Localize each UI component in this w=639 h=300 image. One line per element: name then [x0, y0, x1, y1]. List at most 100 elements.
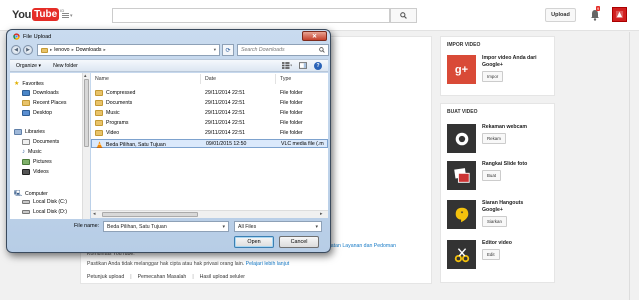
- create-slideshow-button[interactable]: Buat: [482, 170, 502, 181]
- file-date: 29/11/2014 22:51: [205, 130, 245, 136]
- chevron-down-icon[interactable]: ▾: [315, 224, 318, 230]
- help-icon[interactable]: ?: [314, 61, 322, 70]
- scroll-left-icon[interactable]: ◂: [93, 211, 96, 217]
- refresh-button[interactable]: ⟳: [222, 44, 234, 56]
- webcam-label: Rekaman webcam: [482, 124, 527, 130]
- file-type: VLC media file (.m: [281, 141, 324, 147]
- desktop-icon: [22, 110, 30, 116]
- scissors-icon: [447, 240, 476, 269]
- arrow-left-icon: ◀: [14, 47, 18, 53]
- avatar[interactable]: [612, 7, 627, 22]
- folder-icon: [95, 90, 103, 96]
- star-icon: ★: [14, 81, 20, 87]
- upload-button[interactable]: Upload: [545, 8, 576, 22]
- nav-computer[interactable]: 🖳 Computer: [14, 189, 48, 199]
- nav-libraries[interactable]: Libraries: [14, 129, 45, 135]
- file-row[interactable]: Video 29/11/2014 22:51 File folder: [91, 129, 328, 138]
- webcam-icon: [447, 124, 476, 153]
- import-button[interactable]: Impor: [482, 71, 504, 82]
- file-upload-dialog: File Upload ✕ ◀ ▶ ▸ lenovo ▸ Downloads ▸…: [6, 29, 331, 253]
- file-date: 29/11/2014 22:51: [205, 110, 245, 116]
- nav-videos[interactable]: Videos: [22, 169, 49, 175]
- file-row[interactable]: Programs 29/11/2014 22:51 File folder: [91, 119, 328, 128]
- nav-desktop[interactable]: Desktop: [22, 110, 52, 116]
- nav-scroll-thumb[interactable]: [84, 79, 89, 147]
- arrow-right-icon: ▶: [26, 47, 30, 53]
- upload-guide-link[interactable]: Petunjuk upload: [87, 274, 124, 280]
- nav-local-disk-c[interactable]: Local Disk (C:): [22, 199, 67, 205]
- channel-avatar-icon: [615, 10, 624, 19]
- search-icon: [400, 12, 407, 19]
- file-name-label: File name:: [74, 223, 100, 229]
- close-button[interactable]: ✕: [302, 31, 327, 41]
- view-options-icon[interactable]: [282, 62, 292, 69]
- search-button[interactable]: [390, 8, 417, 23]
- file-row-selected[interactable]: Beda Pilihan, Satu Tujuan 09/01/2015 12:…: [91, 139, 328, 148]
- navigation-bar: ◀ ▶ ▸ lenovo ▸ Downloads ▸ ▾ ⟳ Search Do…: [11, 44, 329, 56]
- troubleshoot-link[interactable]: Pemecahan Masalah: [138, 274, 187, 280]
- file-type: File folder: [280, 130, 303, 136]
- forward-button[interactable]: ▶: [23, 45, 33, 55]
- nav-recent-places-label: Recent Places: [33, 100, 67, 106]
- nav-disk-c-label: Local Disk (C:): [33, 199, 68, 205]
- column-header-date[interactable]: Date: [201, 74, 276, 84]
- chevron-down-icon[interactable]: ▾: [222, 224, 225, 230]
- file-row[interactable]: Compressed 29/11/2014 22:51 File folder: [91, 89, 328, 98]
- file-name: Music: [106, 110, 120, 116]
- hscroll-thumb[interactable]: [102, 212, 198, 217]
- chevron-down-icon[interactable]: ▾: [214, 47, 219, 53]
- nav-favorites[interactable]: ★ Favorites: [14, 80, 44, 88]
- file-date: 29/11/2014 22:51: [205, 100, 245, 106]
- file-row[interactable]: Music 29/11/2014 22:51 File folder: [91, 109, 328, 118]
- guide-menu-button[interactable]: ▾: [62, 11, 74, 20]
- page-scrollbar[interactable]: [629, 32, 639, 300]
- edit-button[interactable]: Edit: [482, 249, 500, 260]
- file-list-hscrollbar[interactable]: ◂ ▸: [91, 210, 328, 218]
- copyright-text: Pastikan Anda tidak melanggar hak cipta …: [87, 261, 245, 267]
- file-type-filter[interactable]: All Files ▾: [234, 221, 322, 232]
- logo-tube-text: Tube: [32, 8, 60, 21]
- file-date: 09/01/2015 12:50: [206, 141, 247, 147]
- terms-link[interactable]: syaratan Layanan dan Pedoman: [321, 243, 396, 249]
- search-input[interactable]: [112, 8, 390, 23]
- scroll-right-icon[interactable]: ▸: [320, 211, 323, 217]
- folder-path-icon: [41, 47, 48, 53]
- youtube-logo[interactable]: You Tube ID: [12, 8, 64, 21]
- separator: |: [130, 274, 132, 280]
- nav-local-disk-d[interactable]: Local Disk (D:): [22, 209, 67, 215]
- column-header-type[interactable]: Type: [276, 74, 328, 84]
- breadcrumb-downloads[interactable]: Downloads: [76, 47, 102, 53]
- cancel-button[interactable]: Cancel: [279, 236, 319, 248]
- chrome-icon: [13, 33, 20, 40]
- record-button[interactable]: Rekam: [482, 133, 506, 144]
- nav-documents[interactable]: Documents: [22, 139, 59, 145]
- nav-pictures[interactable]: Pictures: [22, 159, 52, 165]
- file-date: 29/11/2014 22:51: [205, 90, 245, 96]
- nav-recent-places[interactable]: Recent Places: [22, 100, 66, 106]
- broadcast-button[interactable]: Siarkan: [482, 216, 507, 227]
- slideshow-item: Rangkai Slide foto Buat: [447, 161, 527, 190]
- mobile-upload-link[interactable]: Hasil upload seluler: [200, 274, 245, 280]
- learn-more-link[interactable]: Pelajari lebih lanjut: [246, 261, 290, 267]
- breadcrumb-lenovo[interactable]: lenovo: [54, 47, 69, 53]
- file-name-input[interactable]: Beda Pilihan, Satu Tujuan ▾: [103, 221, 229, 232]
- new-folder-button[interactable]: New folder: [47, 63, 84, 69]
- preview-pane-icon[interactable]: [299, 62, 307, 69]
- organize-menu[interactable]: Organize ▾: [10, 63, 47, 69]
- folder-search-input[interactable]: Search Downloads: [237, 44, 329, 56]
- dialog-titlebar[interactable]: File Upload: [13, 33, 51, 40]
- open-button[interactable]: Open: [234, 236, 274, 248]
- nav-downloads-label: Downloads: [33, 90, 59, 96]
- chevron-right-icon: ▸: [103, 47, 106, 52]
- nav-disk-d-label: Local Disk (D:): [33, 209, 68, 215]
- nav-music[interactable]: ♪ Music: [22, 149, 42, 155]
- nav-downloads[interactable]: Downloads: [22, 90, 59, 96]
- file-row[interactable]: Documents 29/11/2014 22:51 File folder: [91, 99, 328, 108]
- nav-pane-scrollbar[interactable]: ▴: [82, 73, 90, 219]
- svg-text:": ": [460, 210, 463, 217]
- column-header-name[interactable]: Name: [91, 74, 201, 84]
- address-bar[interactable]: ▸ lenovo ▸ Downloads ▸ ▾: [37, 44, 220, 56]
- back-button[interactable]: ◀: [11, 45, 21, 55]
- slideshow-label: Rangkai Slide foto: [482, 161, 528, 167]
- music-icon: ♪: [22, 149, 25, 155]
